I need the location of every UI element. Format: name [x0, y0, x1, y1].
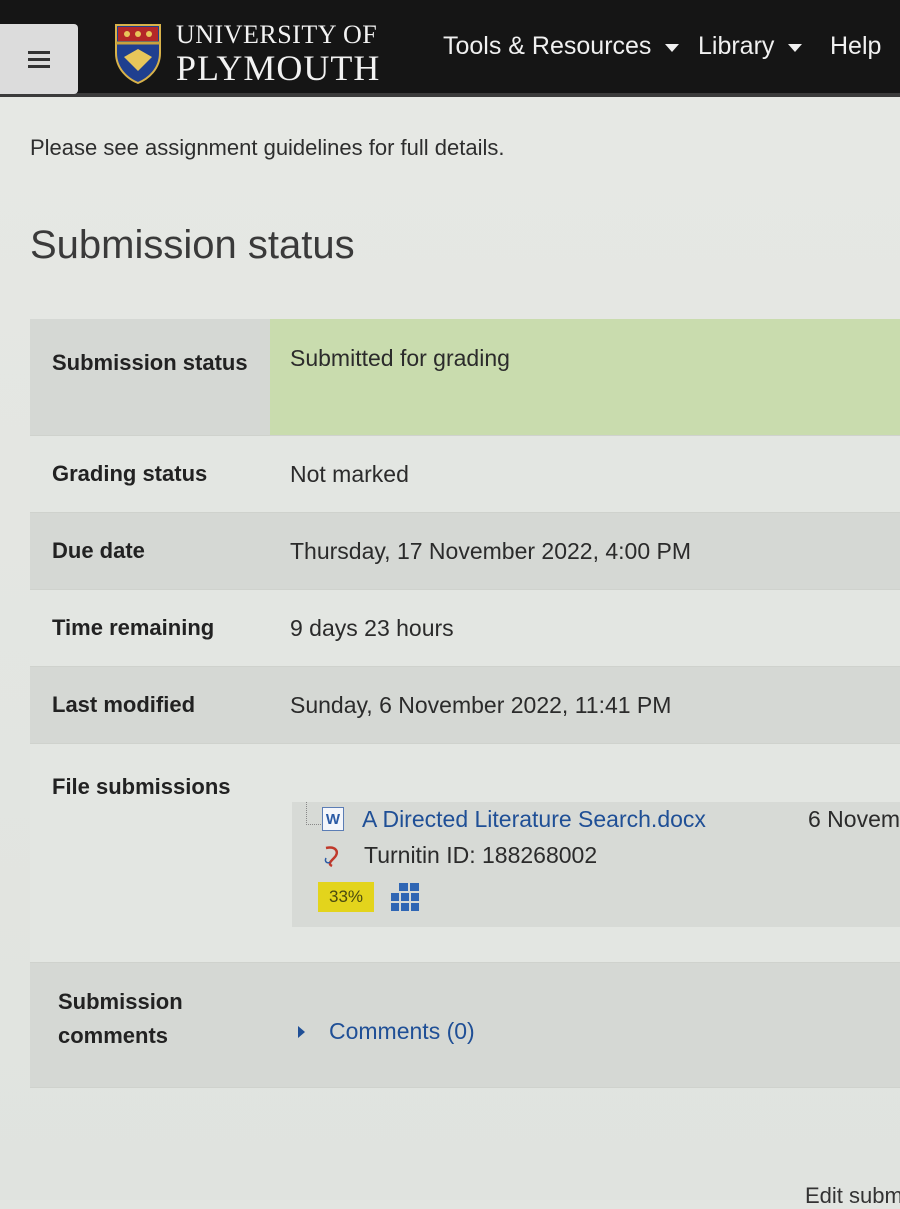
logo-line-university-of: UNIVERSITY OF — [176, 20, 378, 49]
row-label: File submissions — [52, 774, 231, 799]
nav-library-label: Library — [698, 32, 775, 60]
comments-link: Comments (0) — [329, 1018, 475, 1044]
row-value: Not marked — [290, 460, 409, 487]
row-value: Thursday, 17 November 2022, 4:00 PM — [290, 537, 692, 564]
row-label: Submission status — [52, 350, 248, 375]
comments-toggle[interactable]: Comments (0) — [298, 1018, 475, 1045]
row-value: Sunday, 6 November 2022, 11:41 PM — [290, 691, 672, 718]
row-label: Grading status — [52, 461, 208, 486]
status-badge: Submitted for grading — [270, 319, 900, 435]
row-label: Time remaining — [52, 615, 215, 640]
turnitin-icon — [322, 844, 344, 868]
main-content: Please see assignment guidelines for ful… — [0, 97, 900, 1208]
turnitin-id: Turnitin ID: 188268002 — [364, 842, 598, 868]
page-title: Submission status — [30, 223, 355, 267]
nav-help-label: Help — [830, 32, 882, 60]
submission-status-table: Submission status Submitted for grading … — [30, 319, 900, 1088]
edit-submission-button[interactable]: Edit subm — [805, 1183, 900, 1209]
top-navbar: UNIVERSITY OF PLYMOUTH Tools & Resources… — [0, 0, 900, 97]
table-row-last-modified: Last modified Sunday, 6 November 2022, 1… — [30, 667, 900, 744]
nav-library[interactable]: Library — [698, 32, 803, 61]
table-row-submission-comments: Submission comments Comments (0) — [30, 963, 900, 1088]
file-submission-box: W A Directed Literature Search.docx 6 No… — [292, 802, 900, 927]
guidelines-text: Please see assignment guidelines for ful… — [30, 135, 505, 160]
table-row-due-date: Due date Thursday, 17 November 2022, 4:0… — [30, 513, 900, 590]
submitted-file-link[interactable]: A Directed Literature Search.docx — [362, 806, 706, 833]
triangle-right-icon — [298, 1025, 305, 1038]
table-row-file-submissions: File submissions W A Directed Literature… — [30, 744, 900, 963]
row-label: Due date — [52, 538, 145, 563]
table-row-submission-status: Submission status Submitted for grading — [30, 319, 900, 436]
hamburger-icon — [28, 47, 50, 72]
nav-tools-resources-label: Tools & Resources — [443, 32, 652, 60]
caret-down-icon — [788, 43, 803, 52]
tree-connector — [306, 802, 321, 825]
row-label: Last modified — [52, 692, 196, 717]
nav-help[interactable]: Help — [830, 32, 881, 61]
table-row-time-remaining: Time remaining 9 days 23 hours — [30, 590, 900, 667]
similarity-score-badge[interactable]: 33% — [318, 882, 374, 912]
grademark-grid-icon[interactable] — [390, 882, 420, 912]
nav-tools-resources[interactable]: Tools & Resources — [443, 32, 680, 61]
word-document-icon: W — [322, 807, 344, 831]
file-date: 6 Novem — [808, 806, 900, 832]
table-row-grading-status: Grading status Not marked — [30, 436, 900, 513]
logo-line-plymouth: PLYMOUTH — [176, 48, 381, 88]
hamburger-menu-button[interactable] — [0, 24, 78, 94]
row-value: 9 days 23 hours — [290, 614, 454, 641]
university-logo[interactable]: UNIVERSITY OF PLYMOUTH — [114, 22, 380, 86]
university-crest-icon — [115, 24, 161, 85]
caret-down-icon — [665, 43, 680, 52]
row-label: Submission comments — [58, 989, 183, 1049]
